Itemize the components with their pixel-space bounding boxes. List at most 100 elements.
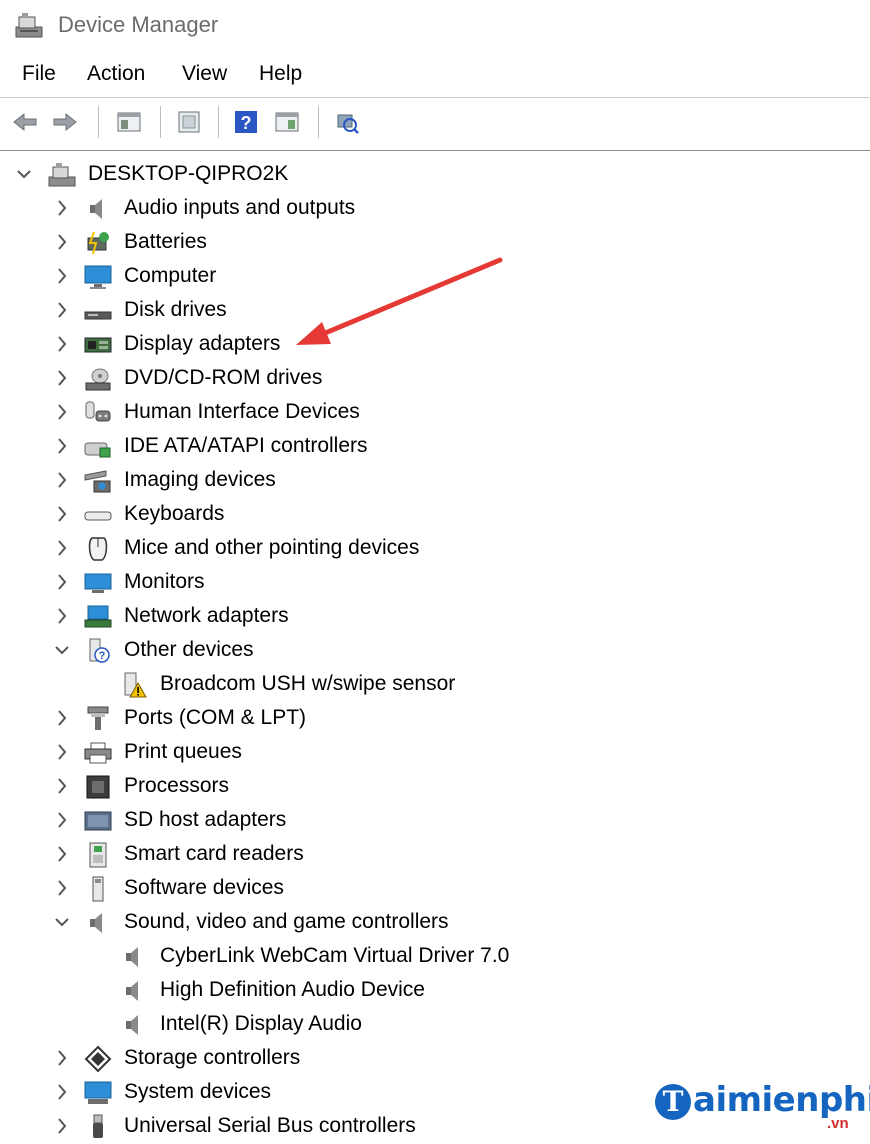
tree-item-disk-drives[interactable]: Disk drives: [0, 294, 700, 328]
chevron-down-icon[interactable]: [54, 638, 70, 662]
tree-item-label: IDE ATA/ATAPI controllers: [124, 434, 368, 457]
tree-item-dvd-drives[interactable]: DVD/CD-ROM drives: [0, 362, 700, 396]
tree-item-network[interactable]: Network adapters: [0, 600, 700, 634]
chevron-right-icon[interactable]: [54, 740, 70, 764]
tree-item-label: Monitors: [124, 570, 205, 593]
chevron-right-icon[interactable]: [54, 604, 70, 628]
chevron-right-icon[interactable]: [54, 434, 70, 458]
tree-item-print-queues[interactable]: Print queues: [0, 736, 700, 770]
properties-icon[interactable]: [176, 109, 202, 135]
chevron-right-icon[interactable]: [54, 1114, 70, 1138]
tree-item-label: Imaging devices: [124, 468, 276, 491]
logo-brand-text: aimienphi: [693, 1080, 870, 1120]
tree-item-label: SD host adapters: [124, 808, 287, 831]
chevron-down-icon[interactable]: [54, 910, 70, 934]
window-title: Device Manager: [58, 12, 219, 37]
tree-child-label: CyberLink WebCam Virtual Driver 7.0: [160, 944, 510, 967]
chevron-right-icon[interactable]: [54, 332, 70, 356]
tree-item-label: Audio inputs and outputs: [124, 196, 356, 219]
computer-monitor-icon: [84, 265, 112, 289]
tree-item-label: Storage controllers: [124, 1046, 301, 1069]
unknown-device-icon: ?: [89, 638, 110, 663]
tree-child-broadcom[interactable]: Broadcom USH w/swipe sensor: [0, 668, 700, 702]
menu-action[interactable]: Action: [87, 62, 145, 86]
toolbar-separator: [218, 106, 219, 138]
storage-controller-icon: [84, 1045, 112, 1073]
chevron-right-icon[interactable]: [54, 876, 70, 900]
chevron-right-icon[interactable]: [54, 468, 70, 492]
tree-item-display-adapters[interactable]: Display adapters: [0, 328, 700, 362]
svg-text:?: ?: [241, 113, 252, 133]
tree-item-imaging[interactable]: Imaging devices: [0, 464, 700, 498]
tree-child-hd-audio[interactable]: High Definition Audio Device: [0, 974, 700, 1008]
speaker-icon: [90, 913, 102, 933]
disk-drive-icon: [84, 311, 112, 320]
tree-item-label: Ports (COM & LPT): [124, 706, 307, 729]
chevron-right-icon[interactable]: [54, 298, 70, 322]
speaker-icon: [126, 947, 138, 967]
network-adapter-icon: [84, 605, 112, 628]
tree-item-software-devices[interactable]: Software devices: [0, 872, 700, 906]
tree-item-label: Processors: [124, 774, 230, 797]
tree-item-label: Software devices: [124, 876, 284, 899]
toolbar-separator: [160, 106, 161, 138]
tree-item-mice[interactable]: Mice and other pointing devices: [0, 532, 700, 566]
chevron-right-icon[interactable]: [54, 570, 70, 594]
tree-child-cyberlink[interactable]: CyberLink WebCam Virtual Driver 7.0: [0, 940, 700, 974]
tree-item-ports[interactable]: Ports (COM & LPT): [0, 702, 700, 736]
tree-item-other-devices[interactable]: ? Other devices: [0, 634, 700, 668]
tree-item-hid[interactable]: Human Interface Devices: [0, 396, 700, 430]
chevron-right-icon[interactable]: [54, 1046, 70, 1070]
chevron-right-icon[interactable]: [54, 706, 70, 730]
chevron-right-icon[interactable]: [54, 536, 70, 560]
tree-root[interactable]: DESKTOP-QIPRO2K: [0, 158, 700, 192]
menu-help[interactable]: Help: [259, 62, 302, 86]
tree-item-system[interactable]: System devices: [0, 1076, 700, 1110]
printer-icon: [84, 742, 112, 764]
chevron-right-icon[interactable]: [54, 230, 70, 254]
chevron-right-icon[interactable]: [54, 264, 70, 288]
chevron-right-icon[interactable]: [54, 400, 70, 424]
tree-item-monitors[interactable]: Monitors: [0, 566, 700, 600]
tree-item-computer[interactable]: Computer: [0, 260, 700, 294]
help-icon[interactable]: ?: [233, 109, 259, 135]
tree-item-batteries[interactable]: Batteries: [0, 226, 700, 260]
chevron-right-icon[interactable]: [54, 774, 70, 798]
tree-item-ide[interactable]: IDE ATA/ATAPI controllers: [0, 430, 700, 464]
software-device-icon: [92, 876, 104, 902]
chevron-right-icon[interactable]: [54, 196, 70, 220]
chevron-right-icon[interactable]: [54, 366, 70, 390]
tree-item-audio[interactable]: Audio inputs and outputs: [0, 192, 700, 226]
chevron-right-icon[interactable]: [54, 808, 70, 832]
title-bar: Device Manager: [0, 0, 870, 50]
tree-item-keyboards[interactable]: Keyboards: [0, 498, 700, 532]
ide-controller-icon: [84, 442, 111, 458]
smart-card-icon: [89, 842, 107, 868]
tree-item-sound-video[interactable]: Sound, video and game controllers: [0, 906, 700, 940]
speaker-icon: [126, 1015, 138, 1035]
tree-item-label: DVD/CD-ROM drives: [124, 366, 323, 389]
mouse-icon: [88, 537, 108, 561]
tree-item-label: Display adapters: [124, 332, 281, 355]
tree-item-processors[interactable]: Processors: [0, 770, 700, 804]
chevron-right-icon[interactable]: [54, 1080, 70, 1104]
tree-item-storage[interactable]: Storage controllers: [0, 1042, 700, 1076]
chevron-right-icon[interactable]: [54, 842, 70, 866]
tree-child-intel-audio[interactable]: Intel(R) Display Audio: [0, 1008, 700, 1042]
menu-file[interactable]: File: [22, 62, 56, 86]
action-pane-icon[interactable]: [274, 109, 300, 135]
chevron-right-icon[interactable]: [54, 502, 70, 526]
tree-item-smart-card[interactable]: Smart card readers: [0, 838, 700, 872]
tree-item-sd-host[interactable]: SD host adapters: [0, 804, 700, 838]
tree-item-usb[interactable]: Universal Serial Bus controllers: [0, 1110, 700, 1144]
menu-bar: File Action View Help: [0, 58, 870, 92]
forward-arrow-icon[interactable]: [52, 109, 78, 135]
tree-item-label: Network adapters: [124, 604, 289, 627]
back-arrow-icon[interactable]: [12, 109, 38, 135]
show-hide-console-tree-icon[interactable]: [116, 109, 142, 135]
menu-divider: [0, 97, 870, 98]
chevron-down-icon[interactable]: [16, 162, 32, 186]
keyboard-icon: [84, 511, 112, 521]
menu-view[interactable]: View: [182, 62, 227, 86]
scan-hardware-icon[interactable]: [334, 109, 360, 135]
